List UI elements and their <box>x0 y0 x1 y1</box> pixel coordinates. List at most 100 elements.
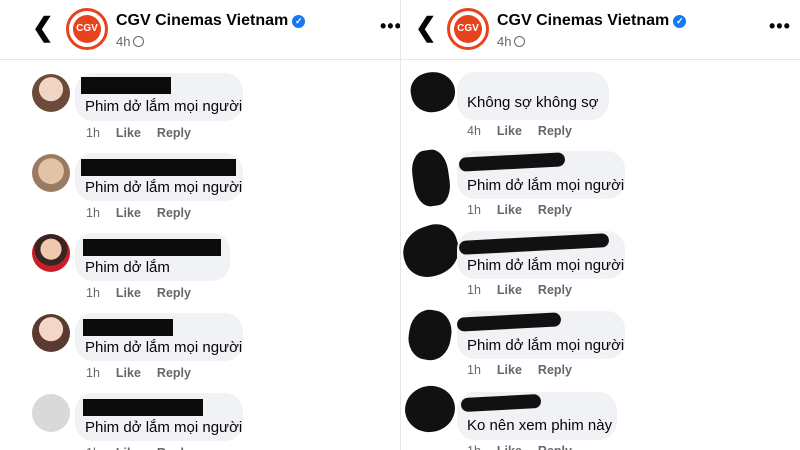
more-icon[interactable]: ••• <box>380 16 400 37</box>
reply-button[interactable]: Reply <box>538 283 572 297</box>
comment-actions: 1h Like Reply <box>467 203 572 217</box>
cgv-logo-text: CGV <box>454 15 482 43</box>
comment-actions: 4h Like Reply <box>467 124 572 138</box>
redacted-name <box>458 152 566 172</box>
comment-actions: 1h Like Reply <box>86 446 191 450</box>
avatar[interactable] <box>32 74 70 112</box>
comment-time: 1h <box>467 444 481 450</box>
redacted-name <box>81 159 236 176</box>
comment-time: 1h <box>86 286 100 300</box>
avatar[interactable] <box>404 306 456 364</box>
like-button[interactable]: Like <box>116 286 141 300</box>
verified-icon: ✓ <box>673 15 687 28</box>
comment-bubble: Không sợ không sợ <box>457 72 609 120</box>
redacted-name <box>81 77 171 94</box>
avatar[interactable] <box>401 218 466 284</box>
reply-button[interactable]: Reply <box>538 363 572 377</box>
comment-time: 1h <box>467 203 481 217</box>
verified-icon: ✓ <box>292 15 306 28</box>
comment-actions: 1h Like Reply <box>86 126 191 140</box>
redacted-name <box>83 399 203 416</box>
globe-icon <box>514 36 526 47</box>
comment-text: Phim dở lắm mọi người <box>467 257 625 274</box>
post-meta: 4h <box>497 34 526 49</box>
comment-actions: 1h Like Reply <box>86 206 191 220</box>
comment-text: Ko nên xem phim này <box>467 417 613 434</box>
comment-text: Phim dở lắm mọi người <box>467 177 625 194</box>
comment-bubble: Phim dở lắm mọi người <box>75 153 243 201</box>
reply-button[interactable]: Reply <box>538 124 572 138</box>
comment-time: 1h <box>467 283 481 297</box>
left-screenshot: ❮ CGV CGV Cinemas Vietnam ✓ 4h ••• Phim d… <box>0 0 400 450</box>
avatar[interactable] <box>401 382 459 436</box>
like-button[interactable]: Like <box>116 366 141 380</box>
post-meta: 4h <box>116 34 145 49</box>
redacted-name <box>458 233 610 255</box>
comment-time: 1h <box>86 366 100 380</box>
comment-bubble: Phim dở lắm mọi người <box>457 151 625 199</box>
comment-time: 1h <box>86 206 100 220</box>
comment-actions: 1h Like Reply <box>467 444 572 450</box>
comment-actions: 1h Like Reply <box>86 286 191 300</box>
like-button[interactable]: Like <box>497 283 522 297</box>
redacted-name <box>83 319 173 336</box>
back-arrow-icon[interactable]: ❮ <box>415 14 437 40</box>
reply-button[interactable]: Reply <box>538 444 572 450</box>
avatar[interactable] <box>32 154 70 192</box>
like-button[interactable]: Like <box>497 124 522 138</box>
like-button[interactable]: Like <box>497 363 522 377</box>
comment-text: Không sợ không sợ <box>467 94 599 111</box>
cgv-logo-text: CGV <box>73 15 101 43</box>
comment-text: Phim dở lắm mọi người <box>85 339 243 356</box>
like-button[interactable]: Like <box>116 126 141 140</box>
comment-actions: 1h Like Reply <box>467 283 572 297</box>
comment-time: 1h <box>86 126 100 140</box>
page-title[interactable]: CGV Cinemas Vietnam ✓ <box>116 12 306 30</box>
avatar[interactable] <box>407 67 459 117</box>
redacted-name <box>460 393 542 413</box>
redacted-name <box>83 239 221 256</box>
reply-button[interactable]: Reply <box>157 206 191 220</box>
comment-actions: 1h Like Reply <box>86 366 191 380</box>
reply-button[interactable]: Reply <box>157 126 191 140</box>
comment-time: 4h <box>467 124 481 138</box>
like-button[interactable]: Like <box>116 206 141 220</box>
like-button[interactable]: Like <box>497 203 522 217</box>
comment-actions: 1h Like Reply <box>467 363 572 377</box>
reply-button[interactable]: Reply <box>157 286 191 300</box>
avatar[interactable] <box>32 234 70 272</box>
reply-button[interactable]: Reply <box>538 203 572 217</box>
comment-bubble: Phim dở lắm mọi người <box>75 73 243 121</box>
comment-text: Phim dở lắm mọi người <box>467 337 625 354</box>
cgv-logo[interactable]: CGV <box>66 8 108 50</box>
avatar[interactable] <box>409 147 453 209</box>
cgv-logo[interactable]: CGV <box>447 8 489 50</box>
post-time: 4h <box>497 34 512 49</box>
comment-bubble: Phim dở lắm mọi người <box>457 231 625 279</box>
post-time: 4h <box>116 34 131 49</box>
back-arrow-icon[interactable]: ❮ <box>32 14 54 40</box>
avatar[interactable] <box>32 394 70 432</box>
post-header: ❮ CGV CGV Cinemas Vietnam ✓ 4h ••• <box>0 0 400 60</box>
like-button[interactable]: Like <box>116 446 141 450</box>
globe-icon <box>133 36 145 47</box>
redacted-name <box>456 312 562 332</box>
post-header: ❮ CGV CGV Cinemas Vietnam ✓ 4h ••• <box>401 0 800 60</box>
reply-button[interactable]: Reply <box>157 446 191 450</box>
comment-time: 1h <box>86 446 100 450</box>
more-icon[interactable]: ••• <box>769 16 791 37</box>
comment-bubble: Phim dở lắm mọi người <box>75 393 243 441</box>
comment-bubble: Phim dở lắm <box>75 233 230 281</box>
comment-time: 1h <box>467 363 481 377</box>
avatar[interactable] <box>32 314 70 352</box>
page-title[interactable]: CGV Cinemas Vietnam ✓ <box>497 12 687 30</box>
reply-button[interactable]: Reply <box>157 366 191 380</box>
comment-bubble: Ko nên xem phim này <box>457 392 617 440</box>
page-name: CGV Cinemas Vietnam <box>497 12 670 29</box>
page-name: CGV Cinemas Vietnam <box>116 12 289 29</box>
comment-bubble: Phim dở lắm mọi người <box>456 311 625 359</box>
comment-text: Phim dở lắm mọi người <box>85 419 243 436</box>
comment-bubble: Phim dở lắm mọi người <box>75 313 243 361</box>
like-button[interactable]: Like <box>497 444 522 450</box>
comment-text: Phim dở lắm mọi người <box>85 179 243 196</box>
